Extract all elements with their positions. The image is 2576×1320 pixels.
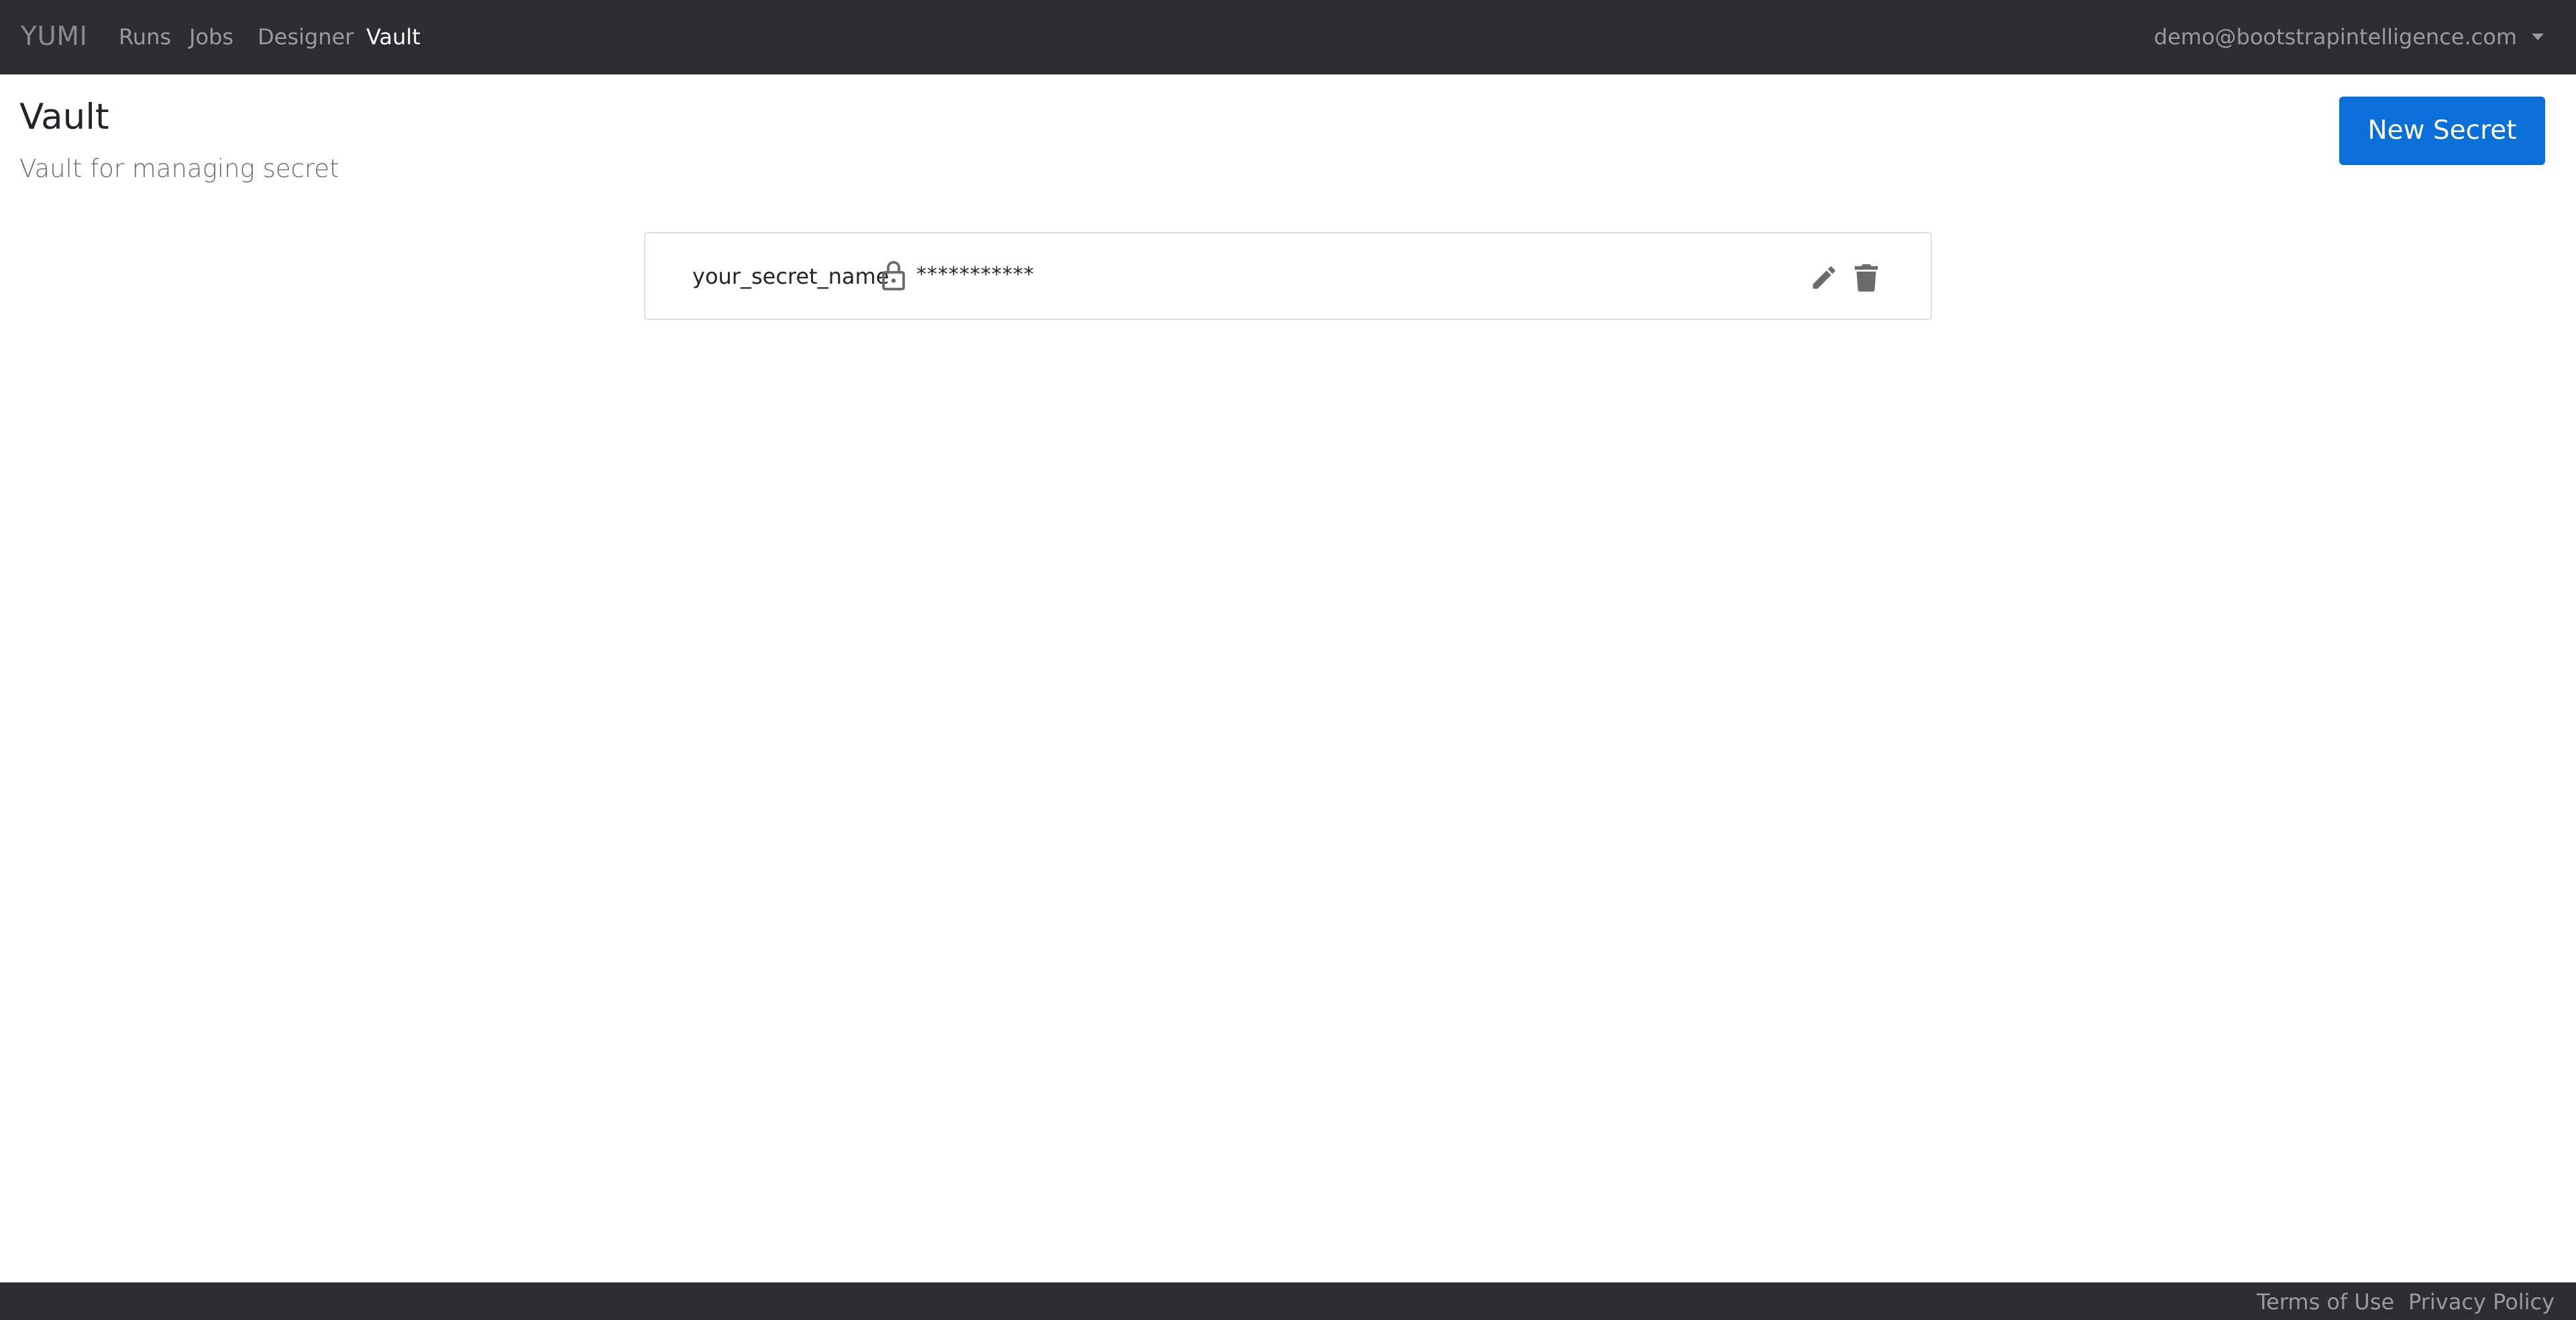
user-email: demo@bootstrapintelligence.com: [2153, 24, 2517, 50]
secret-masked-value: ***********: [916, 263, 1034, 286]
page-subtitle: Vault for managing secret: [19, 154, 339, 183]
caret-down-icon: [2532, 34, 2544, 40]
terms-of-use-link[interactable]: Terms of Use: [2257, 1287, 2394, 1317]
secret-list-item: your_secret_name ***********: [644, 232, 1932, 320]
user-menu[interactable]: demo@bootstrapintelligence.com: [2154, 22, 2544, 52]
edit-icon[interactable]: [1809, 263, 1839, 292]
brand-logo[interactable]: YUMI: [21, 19, 88, 54]
nav-item-jobs[interactable]: Jobs: [189, 22, 233, 52]
secret-name: your_secret_name: [692, 264, 890, 289]
nav-item-runs[interactable]: Runs: [119, 22, 171, 52]
lock-icon: [882, 261, 905, 290]
top-navbar: YUMI Runs Jobs Designer Vault demo@boots…: [0, 0, 2576, 74]
new-secret-button[interactable]: New Secret: [2339, 97, 2545, 165]
nav-item-designer[interactable]: Designer: [258, 22, 354, 52]
nav-item-vault[interactable]: Vault: [366, 22, 421, 52]
footer: Terms of Use Privacy Policy: [0, 1282, 2576, 1320]
trash-icon[interactable]: [1854, 262, 1879, 292]
privacy-policy-link[interactable]: Privacy Policy: [2408, 1287, 2555, 1317]
page-title: Vault: [19, 97, 109, 138]
